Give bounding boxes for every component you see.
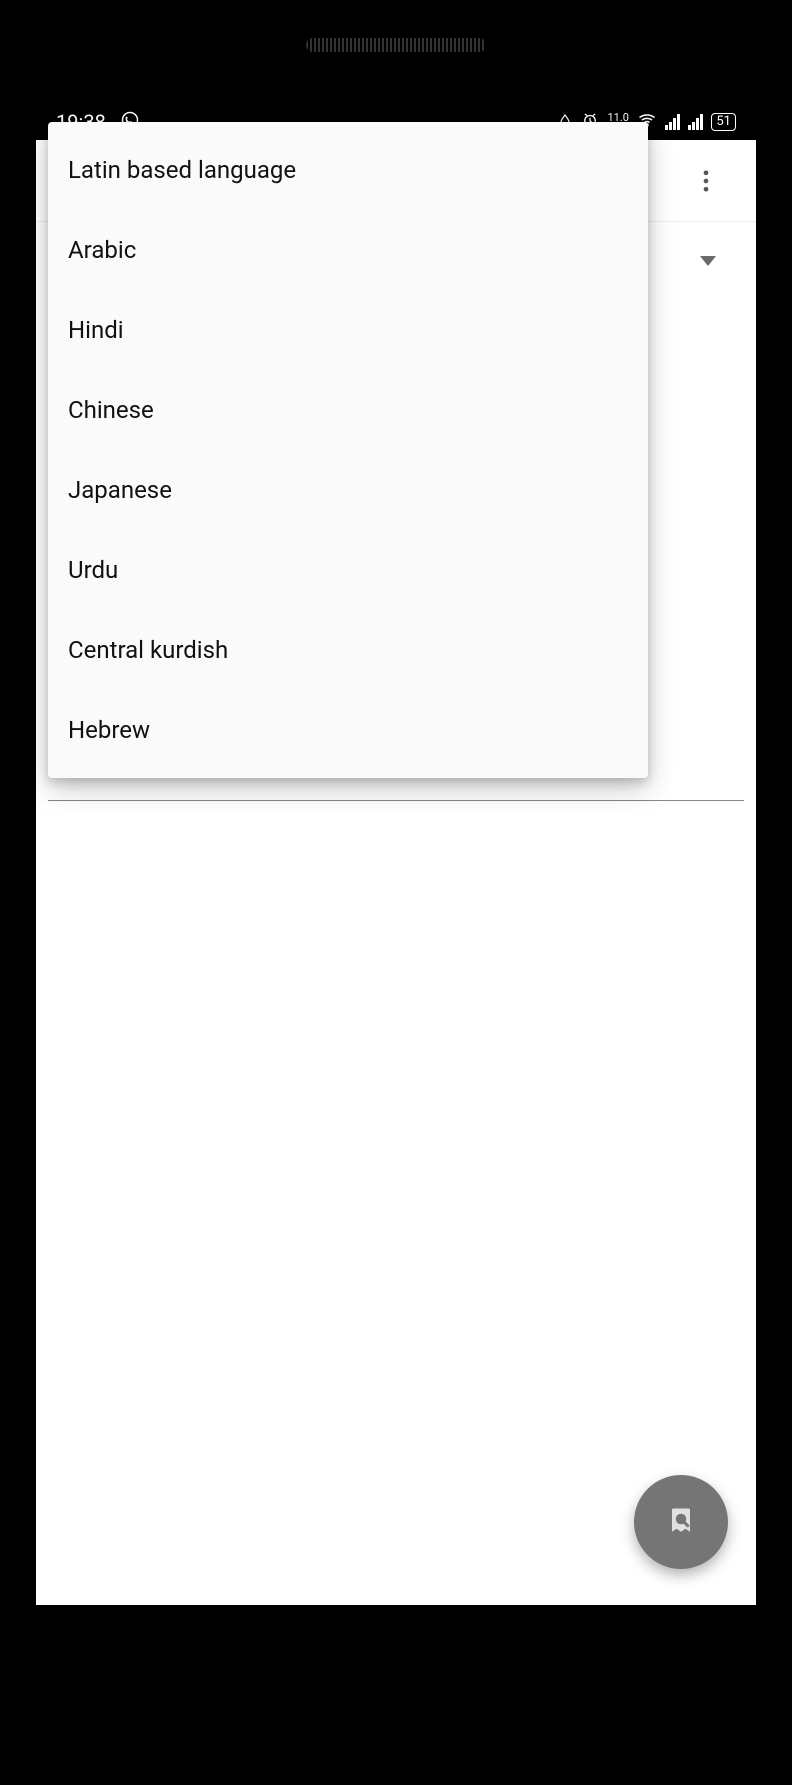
more-button[interactable] [670, 145, 742, 217]
dropdown-item-japanese[interactable]: Japanese [48, 450, 648, 530]
dropdown-item-label: Hindi [68, 316, 124, 344]
content-divider [48, 800, 744, 801]
dropdown-item-chinese[interactable]: Chinese [48, 370, 648, 450]
dropdown-item-label: Japanese [68, 476, 172, 504]
nav-bar [36, 1615, 756, 1675]
dropdown-item-label: Urdu [68, 556, 118, 584]
scan-fab[interactable] [634, 1475, 728, 1569]
dropdown-item-label: Central kurdish [68, 636, 228, 664]
dropdown-item-hindi[interactable]: Hindi [48, 290, 648, 370]
speaker-grille [306, 38, 486, 52]
dropdown-item-latin[interactable]: Latin based language [48, 130, 648, 210]
signal-icon-2 [688, 114, 703, 130]
language-dropdown: Latin based language Arabic Hindi Chines… [48, 122, 648, 778]
dropdown-item-arabic[interactable]: Arabic [48, 210, 648, 290]
battery-indicator: 51 [711, 113, 736, 131]
dropdown-item-label: Arabic [68, 236, 136, 264]
dropdown-item-label: Latin based language [68, 156, 296, 184]
signal-icon-1 [665, 114, 680, 130]
chevron-down-icon [700, 256, 716, 266]
dropdown-item-label: Hebrew [68, 716, 150, 744]
dropdown-item-label: Chinese [68, 396, 154, 424]
dropdown-item-hebrew[interactable]: Hebrew [48, 690, 648, 770]
dropdown-item-central-kurdish[interactable]: Central kurdish [48, 610, 648, 690]
device-frame: 19:38 11.0 KB/S [0, 0, 792, 1785]
dropdown-item-urdu[interactable]: Urdu [48, 530, 648, 610]
